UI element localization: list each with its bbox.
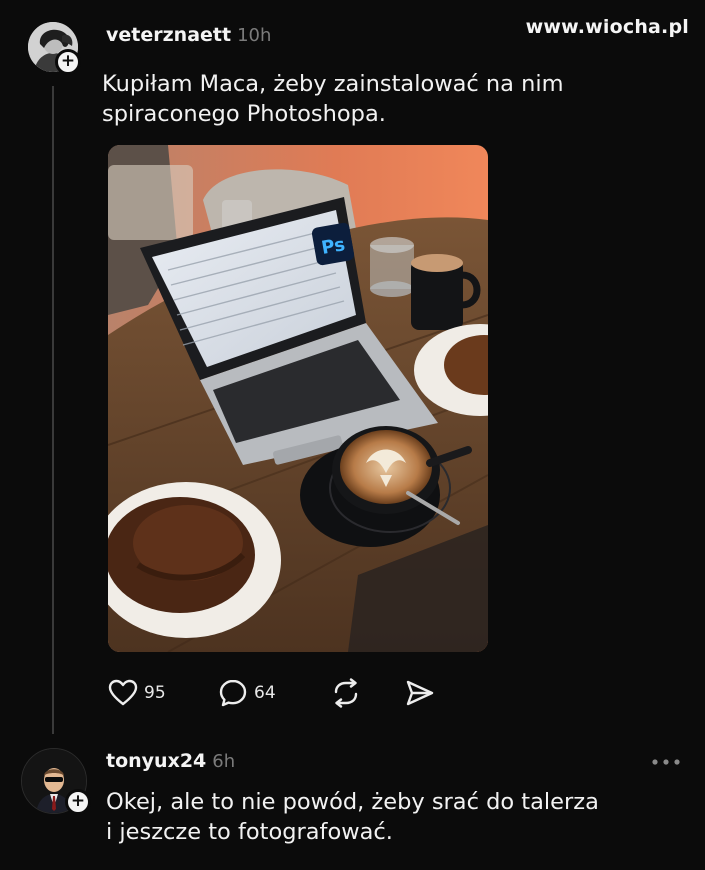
repost-icon xyxy=(334,678,358,708)
share-button[interactable] xyxy=(404,676,436,710)
post-text: Kupiłam Maca, żeby zainstalować na nim s… xyxy=(102,71,564,127)
post-photo[interactable]: Ps xyxy=(108,145,488,652)
post-author[interactable]: veterznaett 10h xyxy=(106,24,271,46)
comment-button[interactable]: 64 xyxy=(218,676,276,710)
follow-plus-icon[interactable]: + xyxy=(65,789,91,815)
comment-count: 64 xyxy=(254,683,276,703)
post-username[interactable]: veterznaett xyxy=(106,24,231,46)
reply-author[interactable]: tonyux24 6h xyxy=(106,750,235,772)
reply-text: Okej, ale to nie powód, żeby srać do tal… xyxy=(106,789,599,845)
like-button[interactable]: 95 xyxy=(108,676,166,710)
follow-plus-icon[interactable]: + xyxy=(55,49,81,75)
thread-line xyxy=(52,86,54,734)
more-horizontal-icon xyxy=(652,759,680,765)
cafe-laptop-photo: Ps xyxy=(108,145,488,652)
site-watermark: www.wiocha.pl xyxy=(525,16,689,38)
reply-time: 6h xyxy=(212,751,236,772)
heart-icon xyxy=(108,679,138,706)
post-time: 10h xyxy=(237,25,272,46)
like-count: 95 xyxy=(144,683,166,703)
photoshop-badge-text: Ps xyxy=(320,234,347,259)
speech-bubble-icon xyxy=(219,679,247,707)
reply-username[interactable]: tonyux24 xyxy=(106,750,206,772)
repost-button[interactable] xyxy=(330,676,362,710)
more-options-button[interactable] xyxy=(650,754,682,768)
send-icon xyxy=(406,680,434,706)
